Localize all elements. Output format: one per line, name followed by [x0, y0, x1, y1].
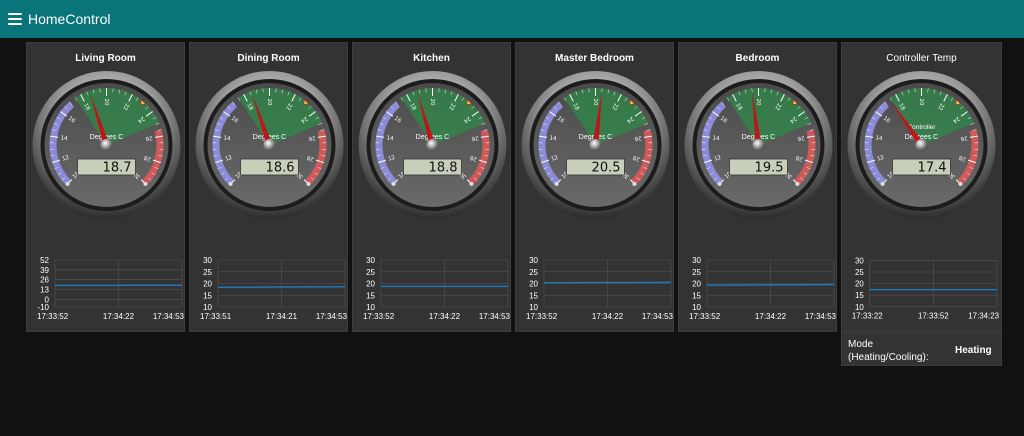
chart-y-tick-label: 30	[855, 256, 864, 265]
chart-y-tick-label: 20	[692, 280, 701, 289]
chart-x-tick-label: 17:34:53	[805, 312, 837, 321]
gauge-hub	[100, 139, 113, 151]
gauge-tick-label: 20	[266, 99, 272, 106]
gauge-value: 18.8	[429, 161, 458, 176]
mode-value: Heating	[955, 345, 992, 356]
chart-x-tick-label: 17:34:22	[755, 312, 787, 321]
chart-y-tick-label: 30	[692, 256, 701, 265]
chart-y-tick-label: 25	[692, 268, 701, 277]
gauge-value: 19.5	[755, 161, 784, 176]
chart-x-tick-label: 17:34:22	[429, 312, 461, 321]
chart-y-tick-label: 15	[203, 291, 212, 300]
chart-y-tick-label: 20	[529, 280, 538, 289]
hamburger-icon[interactable]	[8, 13, 22, 25]
chart-x-tick-label: 17:34:22	[592, 312, 624, 321]
mode-label: Mode (Heating/Cooling):	[848, 338, 929, 364]
chart-y-tick-label: 0	[45, 295, 50, 304]
room-card-3: Master Bedroom 10 12 14 16 18 20 22 24 26 28 30 Degr…	[515, 42, 674, 332]
chart-y-tick-label: 30	[366, 256, 375, 265]
temperature-history-chart: -1001326395217:33:52 17:34:22 17:34:53	[37, 256, 185, 321]
chart-y-tick-label: 20	[203, 280, 212, 289]
chart-x-tick-label: 17:33:52	[363, 312, 395, 321]
gauge-value: 18.7	[103, 161, 132, 176]
temperature-gauge: 1012141618202224262830Degrees C18.6	[195, 71, 344, 219]
chart-x-tick-label: 17:34:53	[316, 312, 348, 321]
gauge-tick-label: 20	[103, 99, 109, 106]
chart-x-tick-label: 17:34:21	[266, 312, 298, 321]
chart-x-tick-label: 17:34:22	[103, 312, 135, 321]
gauge-hub	[263, 139, 276, 151]
chart-y-tick-label: 10	[366, 303, 375, 312]
chart-y-tick-label: 10	[529, 303, 538, 312]
chart-x-tick-label: 17:34:53	[153, 312, 185, 321]
chart-y-tick-label: 10	[692, 303, 701, 312]
temperature-gauge: 1012141618202224262830Degrees C18.8	[358, 71, 507, 219]
gauge-value: 17.4	[918, 161, 947, 176]
chart-y-tick-label: 25	[855, 268, 864, 277]
gauge-hub	[426, 139, 439, 151]
temperature-history-chart: 10 15 20 25 30 17:33:52 17:34:22 17:34:53	[363, 256, 511, 321]
chart-y-tick-label: 10	[855, 303, 864, 312]
gauge-tick-label: 20	[429, 99, 435, 106]
mode-label-line1: Mode	[848, 339, 874, 350]
card-title: Kitchen	[413, 53, 450, 64]
chart-y-tick-label: 25	[529, 268, 538, 277]
gauge-tick-label: 20	[592, 99, 598, 106]
gauge-hub	[915, 139, 928, 151]
gauge-tick-label: 20	[918, 99, 924, 106]
chart-y-tick-label: 52	[40, 256, 49, 265]
gauge-value: 20.5	[592, 161, 621, 176]
chart-x-tick-label: 17:34:53	[479, 312, 511, 321]
app-header: HomeControl	[0, 0, 1024, 38]
temperature-history-chart: 10 15 20 25 30 17:33:52 17:34:22 17:34:53	[689, 256, 837, 321]
chart-y-tick-label: 25	[366, 268, 375, 277]
room-card-5: Controller Temp 10 12 14 16 18 20 22 24 26 28 30 Con…	[841, 42, 1002, 332]
room-card-2: Kitchen 1012141618202224262830Degrees C18…	[352, 42, 511, 332]
card-title: Master Bedroom	[555, 53, 634, 64]
chart-y-tick-label: 15	[855, 291, 864, 300]
chart-y-tick-label: 20	[855, 280, 864, 289]
card-title: Living Room	[75, 53, 136, 64]
gauge-tick-label: 20	[755, 99, 761, 106]
chart-y-tick-label: 15	[529, 291, 538, 300]
room-card-1: Dining Room 1012141618202224262830Degrees…	[189, 42, 348, 332]
chart-y-tick-label: 10	[203, 303, 212, 312]
mode-label-line2: (Heating/Cooling):	[848, 352, 929, 363]
gauge-value: 18.6	[266, 161, 295, 176]
temperature-gauge: 101214161820 2224262830ControllerDegrees …	[847, 71, 996, 219]
temperature-history-chart: 10 15 20 25 30 17:33:51 17:34:21 17:34:53	[200, 256, 348, 321]
chart-y-tick-label: 20	[366, 280, 375, 289]
chart-y-tick-label: 25	[203, 268, 212, 277]
gauge-hub	[752, 139, 765, 151]
chart-x-tick-label: 17:33:51	[200, 312, 232, 321]
chart-x-tick-label: 17:34:23	[968, 312, 999, 321]
chart-y-tick-label: 15	[692, 291, 701, 300]
card-title: Controller Temp	[886, 53, 957, 64]
gauge-hub	[589, 139, 602, 151]
temperature-history-chart: 10 15 20 25 30 17:33:52 17:34:22 17:34:53	[526, 256, 674, 321]
app-title: HomeControl	[28, 11, 111, 27]
temperature-history-chart: 10 15 20 25 30 17:33:22 17:33:52 17:34:23	[852, 256, 1000, 321]
room-card-0: Living Room 1012141618202224262830Degrees…	[26, 42, 185, 332]
chart-x-tick-label: 17:33:52	[526, 312, 558, 321]
chart-x-tick-label: 17:34:53	[642, 312, 674, 321]
temperature-gauge: 101214161820 2224262830Degrees C19.5	[684, 71, 833, 219]
chart-y-tick-label: 39	[40, 266, 49, 275]
chart-x-tick-label: 17:33:52	[689, 312, 721, 321]
chart-x-tick-label: 17:33:22	[852, 312, 883, 321]
chart-x-tick-label: 17:33:52	[918, 312, 949, 321]
chart-y-tick-label: 13	[40, 286, 49, 295]
chart-y-tick-label: 30	[203, 256, 212, 265]
temperature-gauge: 1012141618202224262830Degrees C18.7	[32, 71, 181, 219]
card-title: Bedroom	[735, 53, 780, 64]
temperature-gauge: 101214161820 2224262830Degrees C20.5	[521, 71, 670, 219]
card-title: Dining Room	[237, 53, 300, 64]
chart-y-tick-label: 26	[40, 276, 49, 285]
chart-y-tick-label: 15	[366, 291, 375, 300]
room-card-4: Bedroom 10 12 14 16 18 20 22 24 26 28 30 Degrees C 19…	[678, 42, 837, 332]
chart-x-tick-label: 17:33:52	[37, 312, 69, 321]
chart-y-tick-label: 30	[529, 256, 538, 265]
